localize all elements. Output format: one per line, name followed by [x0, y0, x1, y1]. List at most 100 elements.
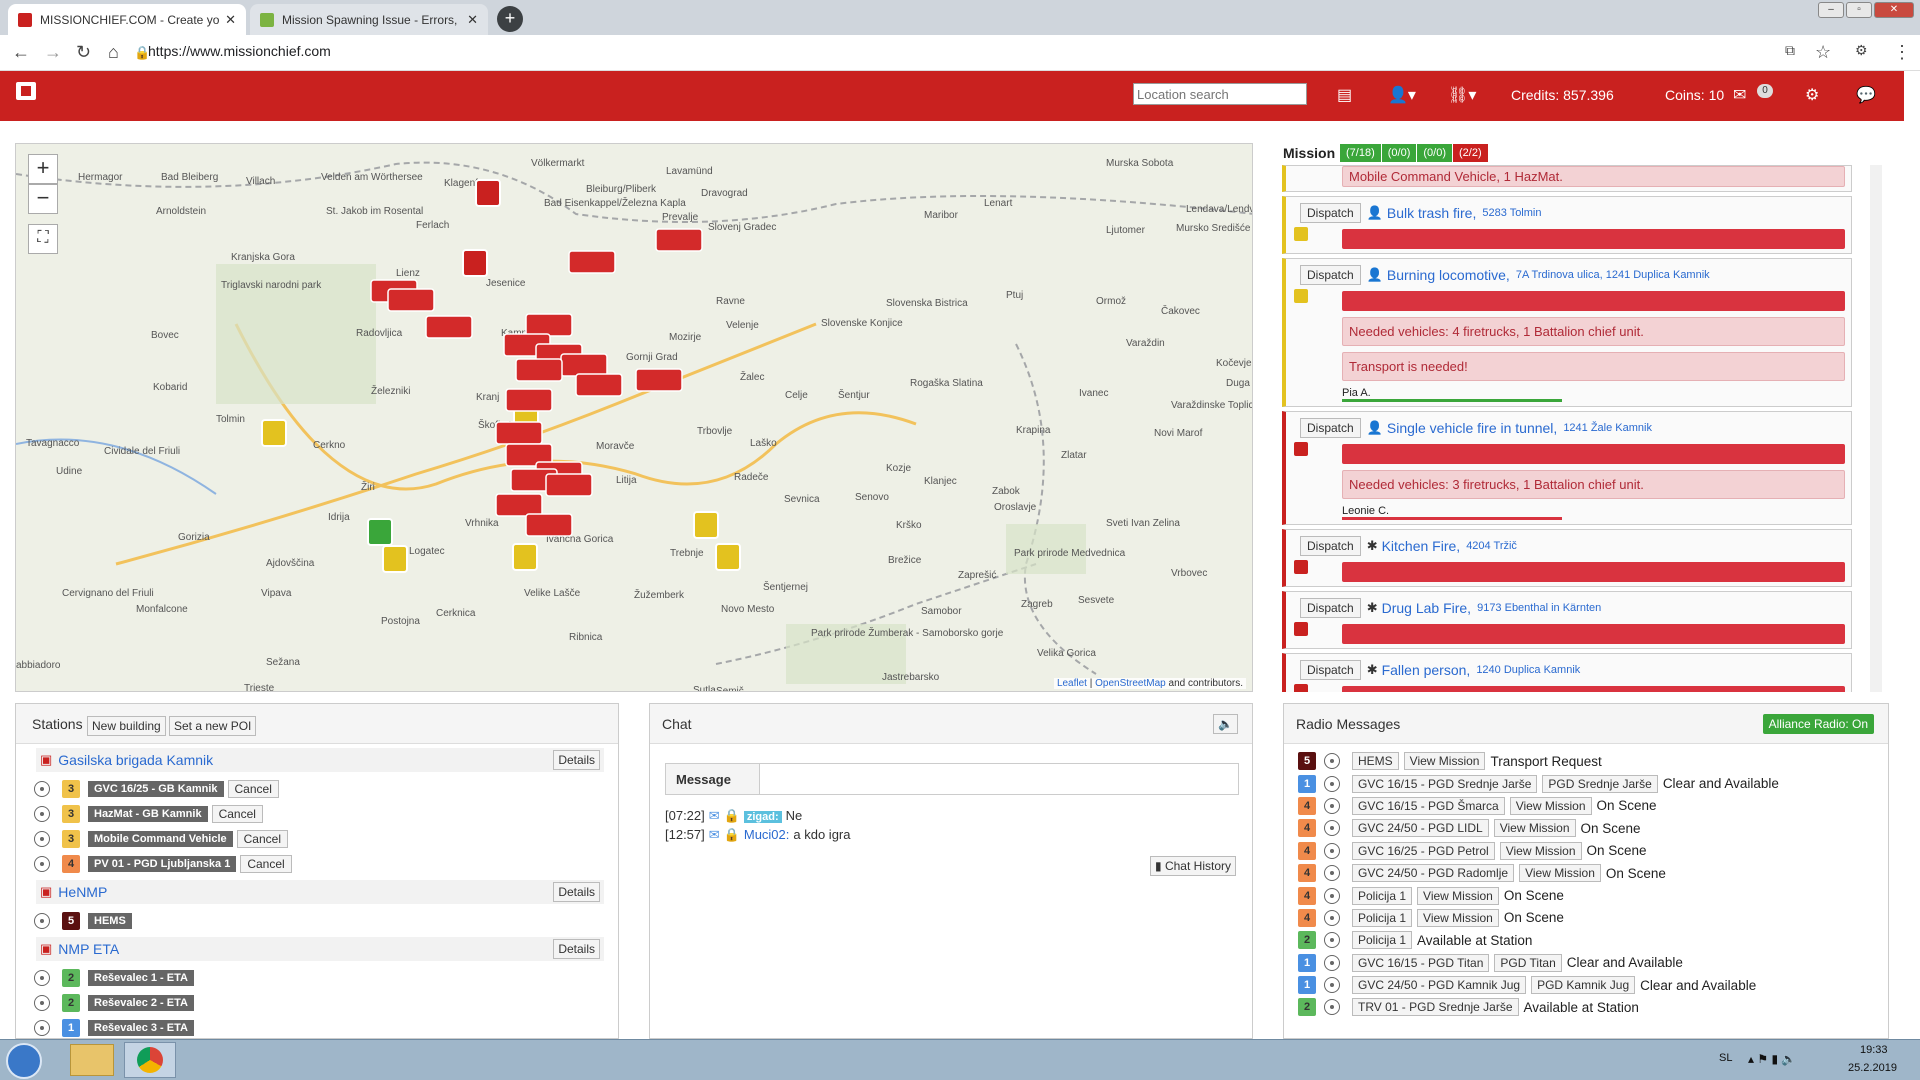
locate-target-icon[interactable] [1324, 865, 1340, 882]
tab-missionchief[interactable]: MISSIONCHIEF.COM - Create yo ✕ [8, 4, 246, 35]
chat-username[interactable]: zigad: [743, 811, 782, 823]
chat-history-button[interactable]: ▮ Chat History [1150, 856, 1236, 876]
close-tab-icon[interactable]: ✕ [225, 12, 236, 28]
station-name-link[interactable]: Gasilska brigada Kamnik [58, 752, 213, 768]
map-canvas[interactable]: Völkermarkt Lavamünd Murska Sobota Hermagor… [16, 144, 1253, 692]
mission-map[interactable]: Völkermarkt Lavamünd Murska Sobota Hermagor… [15, 143, 1253, 692]
chat-username[interactable]: Muci02: [744, 827, 790, 842]
station-details-button[interactable]: Details [553, 882, 600, 902]
radio-mission-link[interactable]: View Mission [1499, 841, 1582, 860]
locate-target-icon[interactable] [34, 994, 50, 1011]
dispatch-button[interactable]: Dispatch [1300, 536, 1361, 556]
vehicle-name-link[interactable]: Mobile Command Vehicle [88, 830, 233, 847]
tab-mission-spawning-issue[interactable]: Mission Spawning Issue - Errors, ✕ [250, 4, 488, 35]
radio-vehicle-link[interactable]: Policija 1 [1352, 931, 1413, 950]
locate-target-icon[interactable] [34, 1019, 50, 1036]
mission-name-link[interactable]: Kitchen Fire, [1382, 538, 1461, 554]
cancel-button[interactable]: Cancel [211, 804, 263, 823]
locate-target-icon[interactable] [34, 780, 50, 797]
locate-target-icon[interactable] [1324, 842, 1340, 859]
mission-marker-icon[interactable] [261, 419, 287, 447]
dispatch-button[interactable]: Dispatch [1300, 598, 1361, 618]
mission-marker-icon[interactable] [715, 543, 741, 571]
locate-target-icon[interactable] [34, 855, 50, 872]
vehicle-marker-icon[interactable] [387, 288, 435, 312]
mission-name-link[interactable]: Burning locomotive, [1387, 267, 1510, 283]
zoom-out-button[interactable]: − [28, 184, 58, 214]
mission-name-link[interactable]: Drug Lab Fire, [1382, 600, 1471, 616]
radio-vehicle-link[interactable]: GVC 16/15 - PGD Srednje Jarše [1352, 774, 1538, 793]
clock-date[interactable]: 25.2.2019 [1848, 1062, 1897, 1074]
locate-target-icon[interactable] [34, 805, 50, 822]
vehicle-name-link[interactable]: Reševalec 1 - ETA [88, 969, 194, 986]
maximize-button[interactable]: ▫ [1846, 2, 1872, 18]
location-search-input[interactable] [1133, 83, 1307, 105]
radio-mission-link[interactable]: View Mission [1417, 908, 1499, 927]
vehicle-marker-icon[interactable] [495, 493, 543, 517]
start-button-icon[interactable] [6, 1043, 42, 1079]
vehicle-marker-icon[interactable] [525, 513, 573, 537]
cancel-button[interactable]: Cancel [236, 829, 288, 848]
vehicle-marker-icon[interactable] [560, 353, 608, 377]
translate-icon[interactable]: ⧉ [1785, 42, 1795, 59]
locate-target-icon[interactable] [34, 912, 50, 929]
newspaper-icon[interactable]: ▤ [1337, 85, 1352, 105]
mission-list-scrollbar[interactable] [1870, 165, 1882, 692]
vehicle-marker-icon[interactable] [505, 388, 553, 412]
mission-marker-icon[interactable] [367, 518, 393, 546]
chrome-taskbar-icon[interactable] [124, 1042, 176, 1078]
locate-target-icon[interactable] [1324, 932, 1340, 949]
minimize-button[interactable]: – [1818, 2, 1844, 18]
zoom-in-button[interactable]: + [28, 154, 58, 184]
bookmark-star-icon[interactable]: ☆ [1815, 42, 1831, 63]
vehicle-name-link[interactable]: Reševalec 3 - ETA [88, 1019, 194, 1036]
settings-icon[interactable]: ⚙ [1805, 85, 1819, 105]
clock-time[interactable]: 19:33 [1860, 1044, 1888, 1056]
locate-target-icon[interactable] [1324, 820, 1340, 837]
radio-vehicle-link[interactable]: Policija 1 [1352, 908, 1413, 927]
station-name-link[interactable]: HeNMP [58, 884, 107, 900]
locate-target-icon[interactable] [1324, 999, 1340, 1016]
missionchief-logo-icon[interactable] [16, 82, 36, 100]
mission-filter-3[interactable]: (2/2) [1453, 144, 1488, 162]
vehicle-marker-icon[interactable] [655, 228, 703, 252]
mail-icon[interactable]: ✉ [1733, 85, 1746, 105]
station-name-link[interactable]: NMP ETA [58, 941, 119, 957]
dispatch-button[interactable]: Dispatch [1300, 265, 1361, 285]
set-new-poi-button[interactable]: Set a new POI [169, 716, 257, 736]
mission-name-link[interactable]: Single vehicle fire in tunnel, [1387, 420, 1557, 436]
locate-target-icon[interactable] [1324, 797, 1340, 814]
locate-target-icon[interactable] [1324, 887, 1340, 904]
locate-target-icon[interactable] [1324, 753, 1340, 770]
mission-name-link[interactable]: Fallen person, [1382, 662, 1471, 678]
radio-mission-link[interactable]: PGD Titan [1494, 953, 1562, 972]
user-profile-icon[interactable]: 👤▾ [1388, 85, 1416, 105]
radio-vehicle-link[interactable]: HEMS [1352, 752, 1399, 771]
radio-mission-link[interactable]: PGD Kamnik Jug [1531, 976, 1636, 995]
whisper-icon[interactable]: ✉ [709, 808, 720, 823]
reload-icon[interactable]: ↻ [76, 42, 91, 63]
mission-marker-icon[interactable] [462, 249, 488, 277]
radio-vehicle-link[interactable]: TRV 01 - PGD Srednje Jarše [1352, 998, 1519, 1017]
vehicle-name-link[interactable]: GVC 16/25 - GB Kamnik [88, 780, 224, 797]
radio-vehicle-link[interactable]: GVC 24/50 - PGD Radomlje [1352, 864, 1515, 883]
radio-mission-link[interactable]: PGD Srednje Jarše [1542, 774, 1658, 793]
file-explorer-icon[interactable] [70, 1044, 114, 1076]
tray-icons[interactable]: ▴ ⚑ ▮ 🔈 [1748, 1052, 1796, 1066]
locate-target-icon[interactable] [1324, 909, 1340, 926]
radio-vehicle-link[interactable]: GVC 16/15 - PGD Šmarca [1352, 796, 1505, 815]
vehicle-marker-icon[interactable] [568, 250, 616, 274]
home-icon[interactable]: ⌂ [108, 42, 119, 63]
mission-marker-icon[interactable] [693, 511, 719, 539]
vehicle-marker-icon[interactable] [635, 368, 683, 392]
station-list[interactable]: ▣ Gasilska brigada Kamnik Details 3 GVC 16/2… [16, 748, 618, 1038]
vehicle-marker-icon[interactable] [545, 473, 593, 497]
mission-name-link[interactable]: Bulk trash fire, [1387, 205, 1476, 221]
new-tab-button[interactable]: + [497, 6, 523, 32]
vehicle-name-link[interactable]: HEMS [88, 912, 132, 929]
extension-icon[interactable]: ⚙ [1855, 42, 1868, 59]
radio-mission-link[interactable]: View Mission [1509, 796, 1592, 815]
vehicle-name-link[interactable]: PV 01 - PGD Ljubljanska 1 [88, 855, 237, 872]
close-tab-icon[interactable]: ✕ [467, 12, 478, 28]
locate-target-icon[interactable] [34, 969, 50, 986]
